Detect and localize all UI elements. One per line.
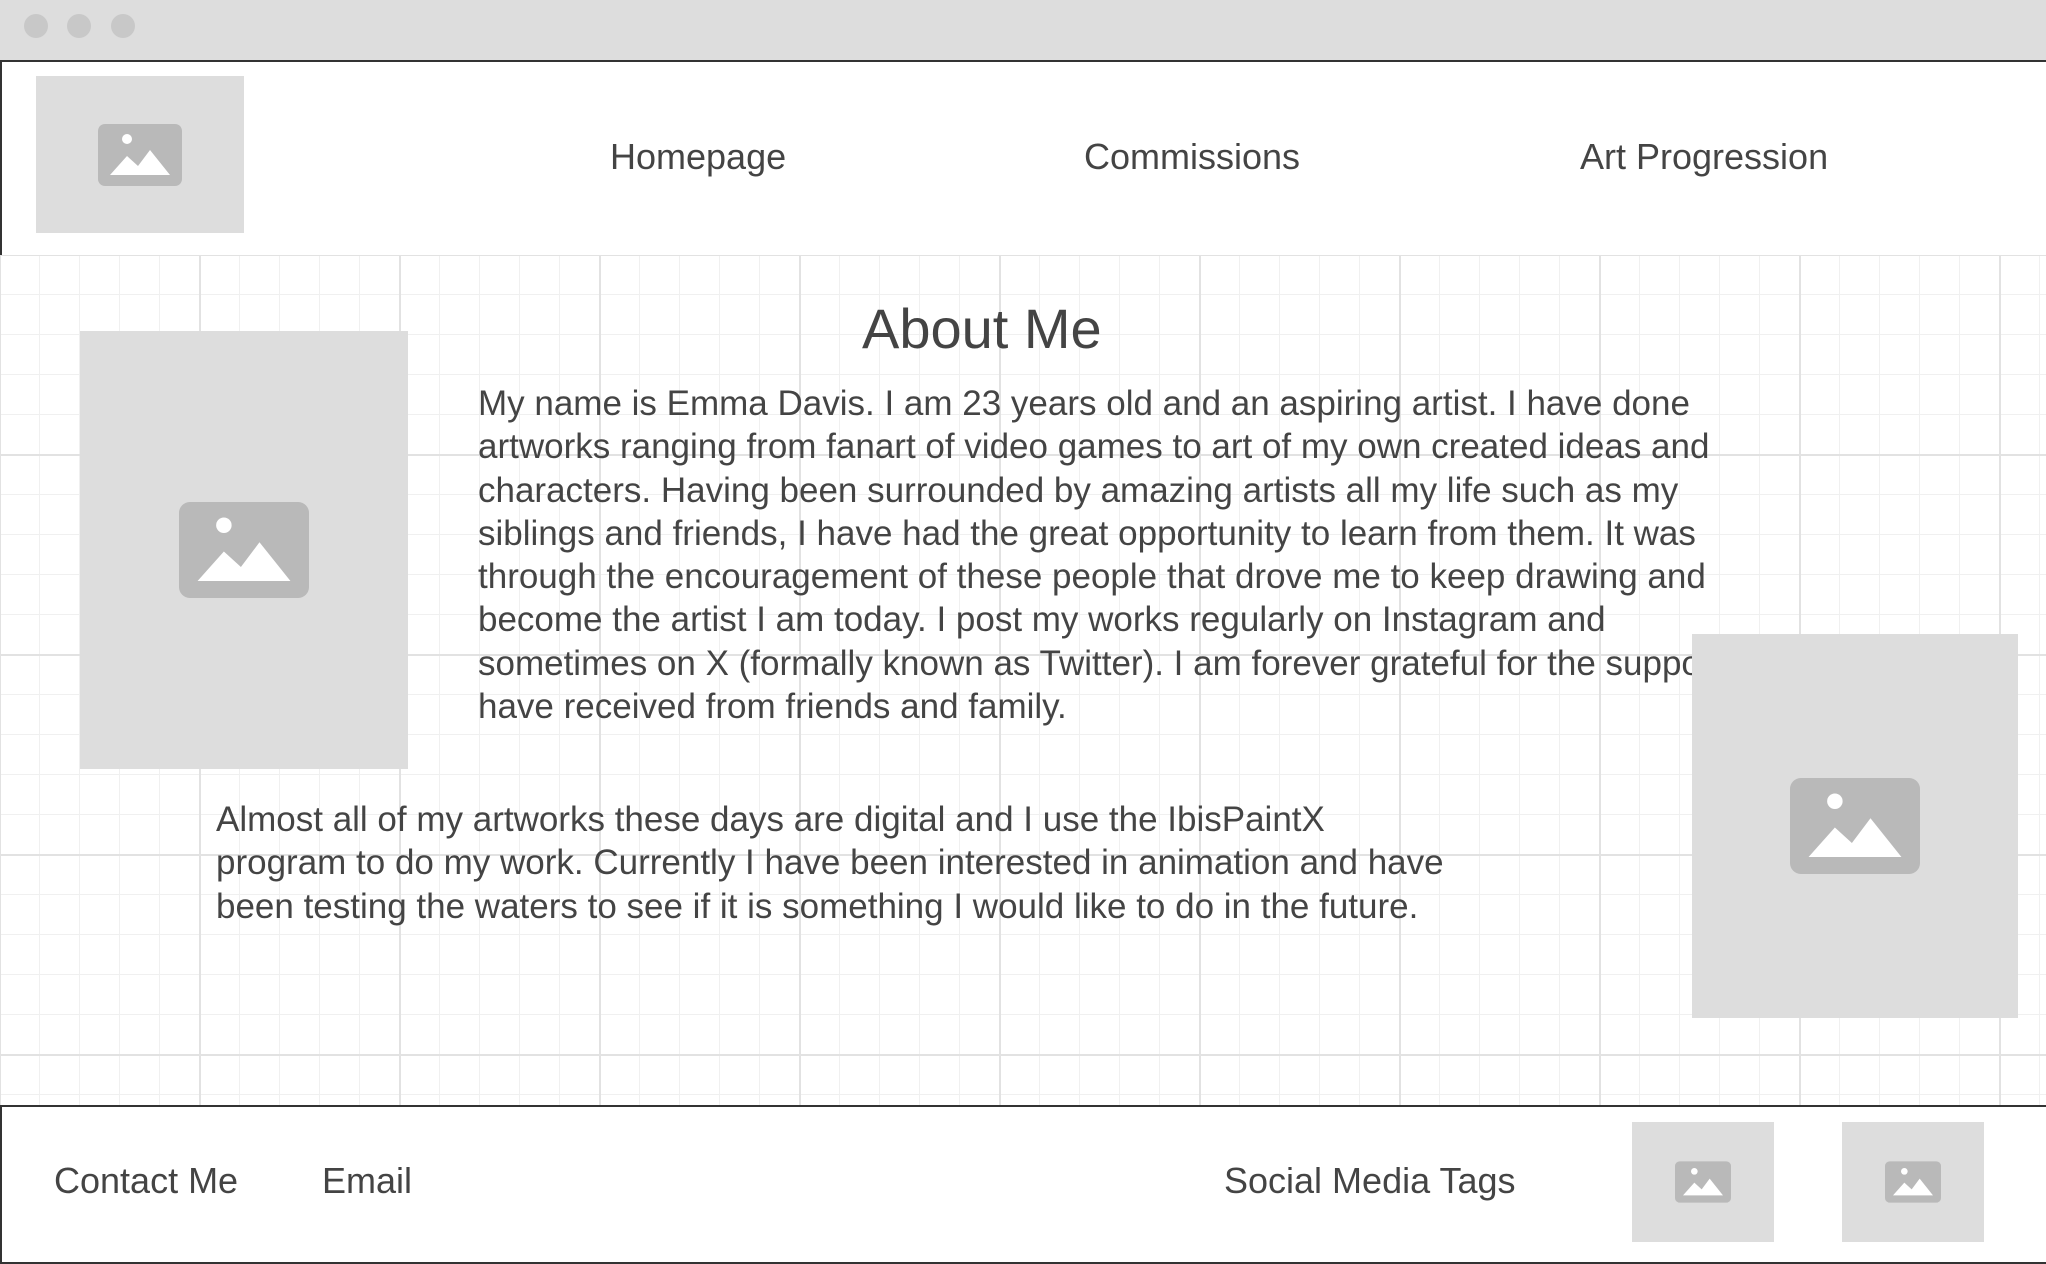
- window-minimize-button[interactable]: [67, 14, 91, 38]
- window-titlebar: [0, 0, 2046, 60]
- email-link[interactable]: Email: [322, 1160, 412, 1202]
- artwork-image-placeholder: [1692, 634, 2018, 1018]
- image-placeholder-icon: [1675, 1161, 1731, 1203]
- about-paragraph-2: Almost all of my artworks these days are…: [216, 800, 1444, 926]
- image-placeholder-icon: [1790, 778, 1920, 874]
- window-close-button[interactable]: [24, 14, 48, 38]
- contact-me-label: Contact Me: [54, 1160, 239, 1201]
- image-placeholder-icon: [179, 502, 309, 598]
- nav-link-art-progression[interactable]: Art Progression: [1580, 136, 1828, 178]
- nav-link-homepage[interactable]: Homepage: [610, 136, 786, 178]
- image-placeholder-icon: [1885, 1161, 1941, 1203]
- logo-image-placeholder[interactable]: [36, 76, 244, 233]
- nav-link-commissions[interactable]: Commissions: [1084, 136, 1300, 178]
- window-maximize-button[interactable]: [111, 14, 135, 38]
- image-placeholder-icon: [98, 123, 182, 186]
- social-media-icon-2[interactable]: [1842, 1122, 1984, 1242]
- profile-image-placeholder: [80, 331, 408, 769]
- about-paragraph-1: My name is Emma Davis. I am 23 years old…: [478, 384, 1742, 727]
- social-media-tags-label: Social Media Tags: [1224, 1160, 1516, 1201]
- page-title: About Me: [862, 297, 1102, 360]
- social-media-icon-1[interactable]: [1632, 1122, 1774, 1242]
